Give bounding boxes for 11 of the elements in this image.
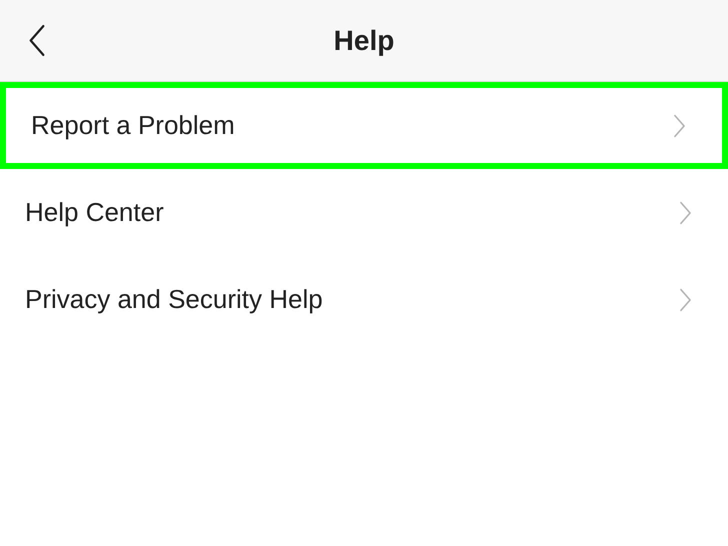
menu-item-label: Help Center (25, 196, 164, 229)
menu-item-label: Privacy and Security Help (25, 283, 323, 316)
back-icon[interactable] (28, 24, 46, 57)
chevron-right-icon (679, 288, 692, 312)
menu-item-label: Report a Problem (31, 109, 235, 142)
menu-item[interactable]: Privacy and Security Help (0, 256, 728, 343)
menu-item[interactable]: Report a Problem (0, 82, 728, 169)
chevron-right-icon (679, 200, 692, 224)
page-title: Help (334, 24, 394, 58)
menu-item[interactable]: Help Center (0, 169, 728, 256)
chevron-right-icon (673, 114, 686, 138)
